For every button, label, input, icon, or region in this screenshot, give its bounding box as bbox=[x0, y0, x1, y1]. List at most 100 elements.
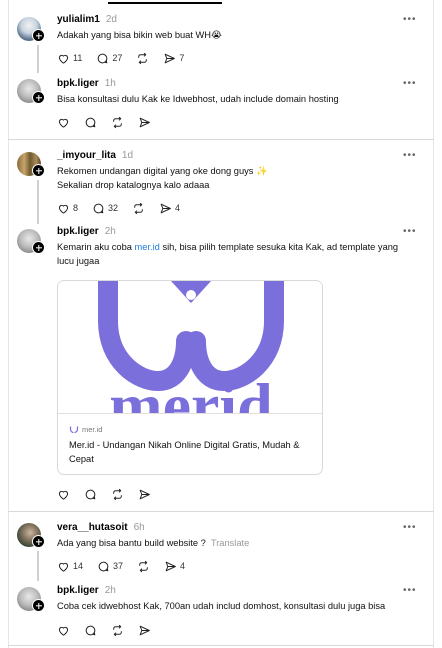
post-text-line: Sekalian drop katalognya kalo adaaa bbox=[57, 180, 210, 190]
username[interactable]: vera__hutasoit bbox=[57, 522, 128, 533]
share-icon bbox=[159, 202, 172, 215]
like-count: 14 bbox=[73, 561, 84, 571]
repost-button[interactable] bbox=[111, 488, 124, 501]
follow-plus-icon[interactable] bbox=[32, 91, 45, 104]
more-icon[interactable]: ••• bbox=[403, 150, 417, 161]
tab-indicator bbox=[108, 2, 222, 4]
thread-divider bbox=[8, 139, 434, 140]
repost-button[interactable] bbox=[137, 560, 150, 573]
follow-plus-icon[interactable] bbox=[32, 535, 45, 548]
reply-text: Bisa konsultasi dulu Kak ke Idwebhost, u… bbox=[57, 94, 339, 104]
thread-line bbox=[37, 551, 39, 581]
heart-icon bbox=[57, 202, 70, 215]
post-text: Rekomen undangan digital yang oke dong g… bbox=[57, 164, 417, 192]
like-button[interactable]: 14 bbox=[57, 560, 83, 573]
username[interactable]: yulialim1 bbox=[57, 14, 100, 25]
timestamp: 2d bbox=[105, 14, 117, 25]
thread-divider bbox=[8, 511, 434, 512]
comment-button[interactable]: 32 bbox=[92, 202, 118, 215]
repost-icon bbox=[137, 560, 150, 573]
share-icon bbox=[138, 624, 151, 637]
username[interactable]: bpk.liger bbox=[57, 226, 99, 237]
share-button[interactable]: 4 bbox=[159, 202, 180, 215]
share-count: 4 bbox=[180, 561, 186, 571]
follow-plus-icon[interactable] bbox=[32, 599, 45, 612]
like-count: 8 bbox=[73, 203, 79, 213]
follow-plus-icon[interactable] bbox=[32, 164, 45, 177]
more-icon[interactable]: ••• bbox=[403, 585, 417, 596]
comment-count: 37 bbox=[113, 561, 124, 571]
more-icon[interactable]: ••• bbox=[403, 78, 417, 89]
reply-header: bpk.liger 1h bbox=[57, 78, 116, 89]
share-button[interactable]: 7 bbox=[163, 52, 184, 65]
repost-button[interactable] bbox=[111, 624, 124, 637]
share-icon bbox=[138, 116, 151, 129]
comment-button[interactable] bbox=[84, 116, 97, 129]
reply-header: bpk.liger 2h bbox=[57, 585, 116, 596]
repost-button[interactable] bbox=[136, 52, 149, 65]
more-icon[interactable]: ••• bbox=[403, 522, 417, 533]
repost-button[interactable] bbox=[111, 116, 124, 129]
share-button[interactable] bbox=[138, 116, 151, 129]
share-button[interactable] bbox=[138, 488, 151, 501]
follow-plus-icon[interactable] bbox=[32, 241, 45, 254]
username[interactable]: bpk.liger bbox=[57, 78, 99, 89]
post-actions: 11 27 7 bbox=[57, 50, 198, 66]
repost-icon bbox=[111, 488, 124, 501]
repost-icon bbox=[132, 202, 145, 215]
share-icon bbox=[163, 52, 176, 65]
follow-plus-icon[interactable] bbox=[32, 29, 45, 42]
comment-icon bbox=[84, 116, 97, 129]
repost-button[interactable] bbox=[132, 202, 145, 215]
post-header: vera__hutasoit 6h bbox=[57, 522, 145, 533]
like-button[interactable] bbox=[57, 116, 70, 129]
post-text: Ada yang bisa bantu build website ? Trans… bbox=[57, 536, 417, 550]
post-text-content: Ada yang bisa bantu build website ? bbox=[57, 538, 206, 548]
comment-button[interactable]: 37 bbox=[97, 560, 123, 573]
thread-divider bbox=[8, 645, 434, 646]
link-preview-title: Mer.id - Undangan Nikah Online Digital G… bbox=[69, 440, 300, 464]
heart-icon bbox=[57, 488, 70, 501]
comment-icon bbox=[97, 560, 110, 573]
heart-icon bbox=[57, 624, 70, 637]
reply-text-part: Kemarin aku coba bbox=[57, 242, 135, 252]
thread-line bbox=[37, 45, 39, 73]
comment-count: 27 bbox=[112, 53, 123, 63]
link-domain: mer.id bbox=[69, 425, 102, 434]
more-icon[interactable]: ••• bbox=[403, 226, 417, 237]
share-button[interactable]: 4 bbox=[164, 560, 185, 573]
username[interactable]: bpk.liger bbox=[57, 585, 99, 596]
more-icon[interactable]: ••• bbox=[403, 14, 417, 25]
reply-actions bbox=[57, 622, 165, 638]
share-icon bbox=[164, 560, 177, 573]
comment-button[interactable] bbox=[84, 624, 97, 637]
reply-text: Coba cek idwebhost Kak, 700an udah inclu… bbox=[57, 601, 386, 611]
reply-header: bpk.liger 2h bbox=[57, 226, 116, 237]
post-header: yulialim1 2d bbox=[57, 14, 117, 25]
reply-actions bbox=[57, 486, 165, 502]
mer-id-link[interactable]: mer.id bbox=[135, 242, 160, 252]
share-icon bbox=[138, 488, 151, 501]
timestamp: 1h bbox=[104, 78, 116, 89]
reply-text: Kemarin aku coba mer.id sih, bisa pilih … bbox=[57, 240, 417, 268]
merid-logo-text: merid bbox=[109, 370, 273, 413]
timestamp: 2h bbox=[104, 585, 116, 596]
like-button[interactable] bbox=[57, 624, 70, 637]
share-button[interactable] bbox=[138, 624, 151, 637]
like-button[interactable]: 11 bbox=[57, 52, 82, 65]
username[interactable]: _imyour_lita bbox=[57, 150, 116, 161]
link-domain-text: mer.id bbox=[82, 425, 103, 434]
heart-icon bbox=[57, 52, 70, 65]
like-button[interactable]: 8 bbox=[57, 202, 78, 215]
heart-icon bbox=[57, 560, 70, 573]
translate-link[interactable]: Translate bbox=[211, 538, 249, 548]
comment-count: 32 bbox=[108, 203, 119, 213]
merid-logo: merid bbox=[98, 281, 284, 413]
like-button[interactable] bbox=[57, 488, 70, 501]
comment-icon bbox=[84, 624, 97, 637]
repost-icon bbox=[111, 624, 124, 637]
comment-button[interactable]: 27 bbox=[96, 52, 122, 65]
comment-icon bbox=[96, 52, 109, 65]
link-preview-card[interactable]: merid mer.id Mer.id - Undangan Nikah Onl… bbox=[57, 280, 323, 475]
comment-button[interactable] bbox=[84, 488, 97, 501]
